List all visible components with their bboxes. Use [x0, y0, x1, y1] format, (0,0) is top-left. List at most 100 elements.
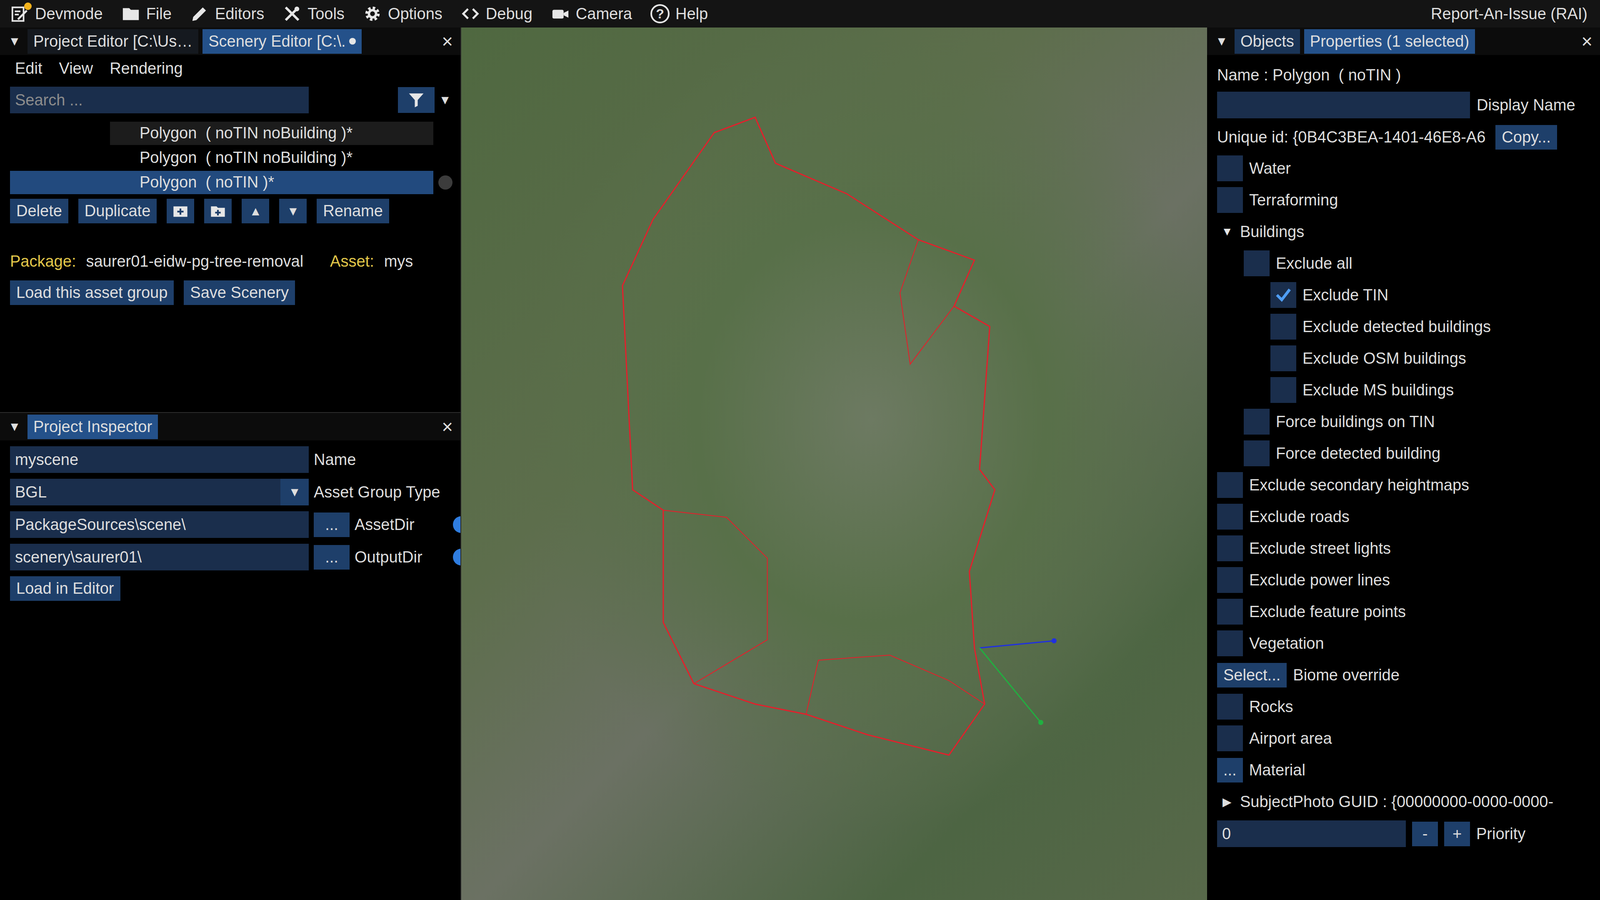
checkbox[interactable]: [1270, 282, 1297, 308]
inspector-input[interactable]: [10, 446, 309, 473]
move-up-button[interactable]: ▲: [241, 198, 270, 224]
scrollbar-thumb[interactable]: [438, 175, 453, 190]
scenery-actions: Load this asset group Save Scenery: [0, 280, 461, 310]
inspector-field: ... AssetDir: [10, 511, 461, 538]
display-name-input[interactable]: [1217, 91, 1470, 119]
report-issue-link[interactable]: Report-An-Issue (RAI): [1430, 5, 1588, 23]
checkbox[interactable]: [1243, 408, 1270, 435]
action-button[interactable]: Save Scenery: [183, 280, 295, 305]
camera-icon: [550, 4, 570, 24]
close-button[interactable]: ×: [1578, 31, 1595, 51]
pencil-icon: [190, 4, 210, 24]
editor-tab[interactable]: Project Editor [C:\Us…: [27, 29, 199, 54]
object-list-row[interactable]: Polygon ( noTIN noBuilding )*: [0, 120, 461, 146]
checkbox[interactable]: [1217, 598, 1243, 625]
property-row: ▼ Buildings: [1217, 218, 1600, 245]
checkbox[interactable]: [1217, 693, 1243, 720]
info-icon[interactable]: [452, 516, 462, 533]
checkbox[interactable]: [1217, 567, 1243, 593]
move-down-button[interactable]: ▼: [279, 198, 307, 224]
options-menu[interactable]: Options: [362, 4, 443, 24]
editors-menu[interactable]: Editors: [190, 4, 265, 24]
checkbox[interactable]: [1217, 187, 1243, 213]
asset-group-dropdown[interactable]: BGL ▼: [10, 478, 309, 506]
action-button[interactable]: Load this asset group: [10, 280, 174, 305]
object-list-row[interactable]: Polygon ( noTIN noBuilding )*: [0, 145, 461, 170]
menu-bar: Devmode File Editors Tools Options Debug…: [0, 0, 1600, 28]
checkbox[interactable]: [1217, 155, 1243, 182]
increment-button[interactable]: +: [1444, 821, 1470, 847]
group-header[interactable]: Buildings: [1240, 222, 1305, 241]
collapse-arrow[interactable]: ▼: [1215, 34, 1231, 49]
polygon-overlay[interactable]: [461, 27, 1208, 900]
inspector-field: Name: [10, 446, 461, 473]
map-viewport[interactable]: [461, 27, 1208, 900]
expand-arrow[interactable]: ▶: [1217, 795, 1234, 809]
filter-button[interactable]: [397, 87, 435, 113]
checkbox[interactable]: [1217, 630, 1243, 657]
checkbox[interactable]: [1217, 535, 1243, 562]
editor-menu-item[interactable]: Rendering: [109, 59, 183, 78]
add-item-button[interactable]: [166, 198, 195, 224]
filter-icon: [407, 91, 425, 109]
checkbox[interactable]: [1243, 440, 1270, 467]
devmode-menu[interactable]: Devmode: [10, 4, 103, 24]
unsaved-dot: [349, 37, 356, 45]
editor-menu-item[interactable]: Edit: [15, 59, 43, 78]
priority-input[interactable]: [1217, 820, 1406, 848]
property-row: Select... Biome override: [1217, 662, 1600, 688]
info-icon[interactable]: [452, 548, 462, 566]
checkbox[interactable]: [1270, 345, 1297, 372]
checkbox[interactable]: [1270, 377, 1297, 403]
inspector-input[interactable]: [10, 511, 309, 538]
property-button[interactable]: Select...: [1217, 662, 1287, 688]
scenery-editor-app: Devmode File Editors Tools Options Debug…: [0, 0, 1600, 900]
file-menu[interactable]: File: [121, 4, 172, 24]
package-value: saurer01-eidw-pg-tree-removal: [85, 252, 304, 271]
collapse-arrow[interactable]: ▼: [8, 34, 24, 49]
delete-button[interactable]: Delete: [10, 198, 69, 224]
help-menu[interactable]: ? Help: [650, 4, 708, 24]
editor-tab[interactable]: Scenery Editor [C:\.: [202, 29, 362, 54]
property-button[interactable]: ...: [1217, 757, 1243, 783]
checkbox[interactable]: [1217, 472, 1243, 498]
search-field[interactable]: [10, 86, 309, 114]
properties-tab[interactable]: Properties (1 selected): [1304, 29, 1475, 54]
add-folder-button[interactable]: [204, 198, 232, 224]
property-row: Force buildings on TIN: [1217, 408, 1600, 435]
filter-dropdown-arrow[interactable]: ▼: [438, 92, 454, 108]
close-button[interactable]: ×: [439, 31, 456, 51]
property-row: Exclude all: [1217, 250, 1600, 277]
decrement-button[interactable]: -: [1412, 821, 1438, 847]
editor-menu-item[interactable]: View: [58, 59, 93, 78]
scenery-editor-panel: ▼ Project Editor [C:\Us… Scenery Editor …: [0, 27, 461, 413]
expand-arrow[interactable]: ▼: [1217, 225, 1234, 239]
browse-button[interactable]: ...: [313, 545, 350, 570]
project-inspector: ▼ Project Inspector × Name BGL ▼ Asset G…: [0, 412, 461, 900]
close-button[interactable]: ×: [439, 417, 456, 437]
load-in-editor-button[interactable]: Load in Editor: [10, 576, 121, 601]
checkbox[interactable]: [1243, 250, 1270, 277]
unique-id: Unique id: {0B4C3BEA-1401-46E8-A6: [1217, 128, 1486, 147]
group-header[interactable]: SubjectPhoto GUID : {00000000-0000-0000-: [1240, 792, 1554, 811]
properties-panel: ▼ ObjectsProperties (1 selected) × Name …: [1207, 27, 1600, 900]
browse-button[interactable]: ...: [313, 512, 350, 538]
duplicate-button[interactable]: Duplicate: [78, 198, 157, 224]
tools-menu[interactable]: Tools: [282, 4, 345, 24]
rename-button[interactable]: Rename: [316, 198, 390, 224]
object-list-row[interactable]: Polygon ( noTIN )*: [0, 170, 461, 195]
checkbox[interactable]: [1217, 503, 1243, 530]
property-row: Exclude detected buildings: [1217, 313, 1600, 340]
code-icon: [460, 4, 480, 24]
camera-menu[interactable]: Camera: [550, 4, 633, 24]
checkbox[interactable]: [1270, 313, 1297, 340]
inspector-tab[interactable]: Project Inspector: [27, 414, 158, 440]
property-row: Exclude OSM buildings: [1217, 345, 1600, 372]
collapse-arrow[interactable]: ▼: [8, 419, 24, 434]
copy-button[interactable]: Copy...: [1495, 125, 1558, 150]
debug-menu[interactable]: Debug: [460, 4, 533, 24]
properties-tab[interactable]: Objects: [1234, 29, 1300, 54]
inspector-input[interactable]: [10, 543, 309, 571]
checkbox[interactable]: [1217, 725, 1243, 752]
list-buttons: Delete Duplicate ▲ ▼ Rename: [0, 194, 461, 228]
